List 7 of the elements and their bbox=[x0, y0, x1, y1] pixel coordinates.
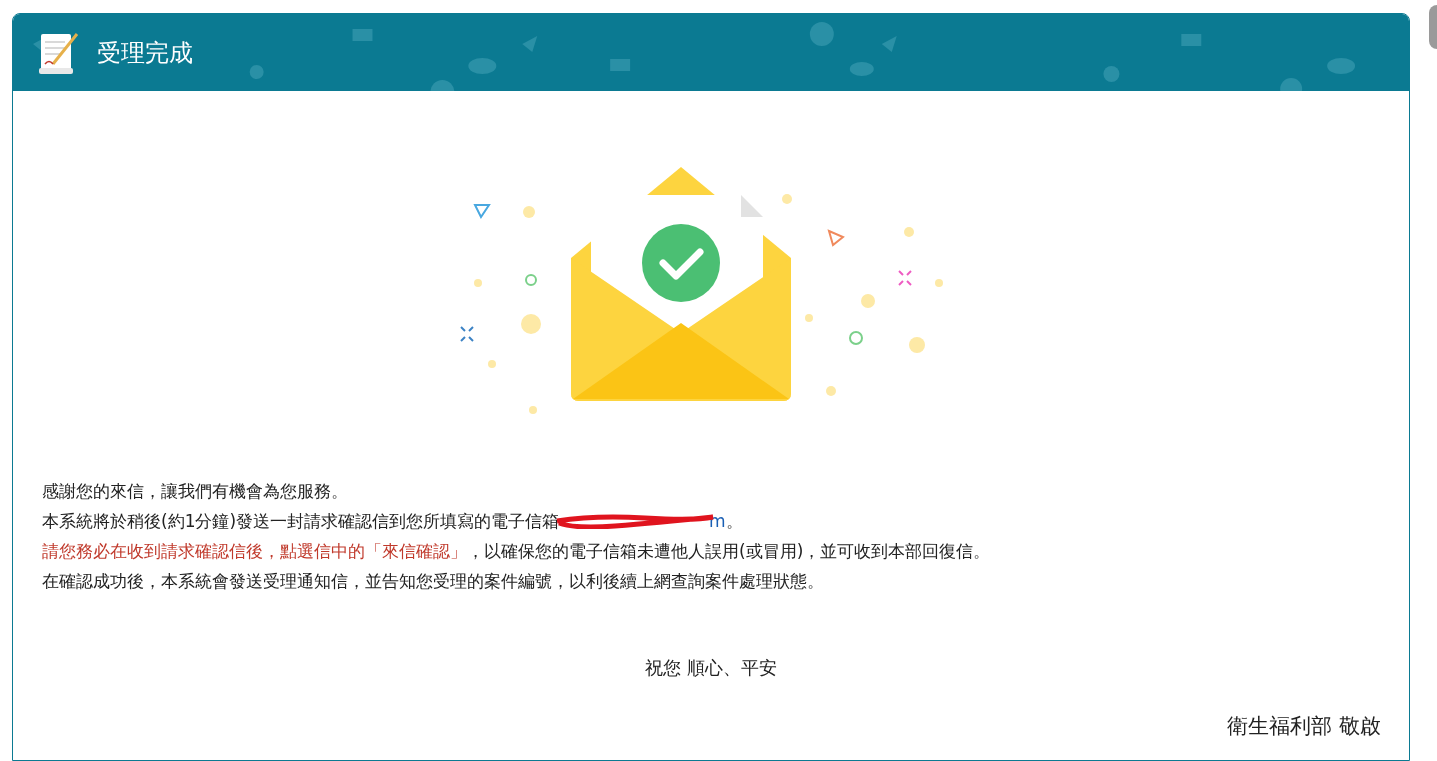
side-button[interactable] bbox=[1429, 5, 1437, 49]
page-title: 受理完成 bbox=[97, 37, 193, 69]
message-line: 感謝您的來信，讓我們有機會為您服務。 bbox=[42, 480, 349, 503]
signature-text: 衛生福利部 敬啟 bbox=[1227, 713, 1381, 740]
message-line: 請您務必在收到請求確認信後，點選信中的「來信確認」，以確保您的電子信箱未遭他人誤用(或冒用)，並可收到本部回復信。 bbox=[42, 540, 992, 563]
message-line: 在確認成功後，本系統會發送受理通知信，並告知您受理的案件編號，以利後續上網查詢案件處理狀態。 bbox=[42, 570, 825, 593]
greeting-text: 祝您 順心、平安 bbox=[645, 656, 777, 680]
